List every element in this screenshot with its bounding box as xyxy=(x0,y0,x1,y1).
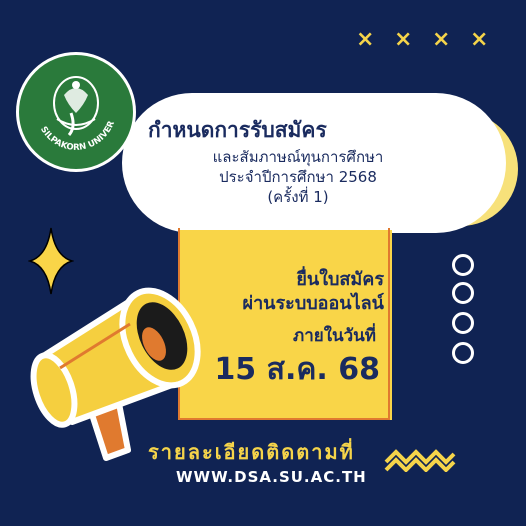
subtitle-line: และสัมภาษณ์ทุนการศึกษา xyxy=(212,148,384,166)
subtitle-line: ประจำปีการศึกษา 2568 xyxy=(219,168,377,186)
poster-canvas: × × × × SILPAKORN UNIVER กำหนดการรับสมัค… xyxy=(0,0,526,526)
ganesha-emblem-icon: SILPAKORN UNIVERSITY xyxy=(19,55,117,153)
logo-text: SILPAKORN UNIVERSITY xyxy=(19,55,117,153)
page-title: กำหนดการรับสมัคร xyxy=(148,118,327,142)
subtitle-line: (ครั้งที่ 1) xyxy=(267,188,329,206)
ring-icon xyxy=(452,282,474,304)
website-link[interactable]: WWW.DSA.SU.AC.TH xyxy=(176,468,386,486)
within-date-label: ภายในวันที่ xyxy=(292,326,376,346)
ring-icon xyxy=(452,312,474,334)
x-mark-icon: × xyxy=(356,27,375,52)
deadline-date: 15 ส.ค. 68 xyxy=(214,352,380,387)
subtitle-block: และสัมภาษณ์ทุนการศึกษา ประจำปีการศึกษา 2… xyxy=(168,147,428,207)
details-heading: รายละเอียดติดตามที่ xyxy=(148,440,355,464)
rings-decoration xyxy=(452,254,476,364)
ring-icon xyxy=(452,254,474,276)
svg-text:SILPAKORN UNIVERSITY: SILPAKORN UNIVERSITY xyxy=(19,55,117,153)
x-mark-icon: × xyxy=(470,27,489,52)
online-system-text: ผ่านระบบออนไลน์ xyxy=(242,293,384,314)
silpakorn-logo: SILPAKORN UNIVERSITY xyxy=(16,52,136,172)
zigzag-icon xyxy=(384,449,456,472)
x-mark-icon: × xyxy=(432,27,451,52)
x-mark-icon: × xyxy=(394,27,413,52)
ring-icon xyxy=(452,342,474,364)
x-marks-decoration: × × × × xyxy=(356,28,496,52)
